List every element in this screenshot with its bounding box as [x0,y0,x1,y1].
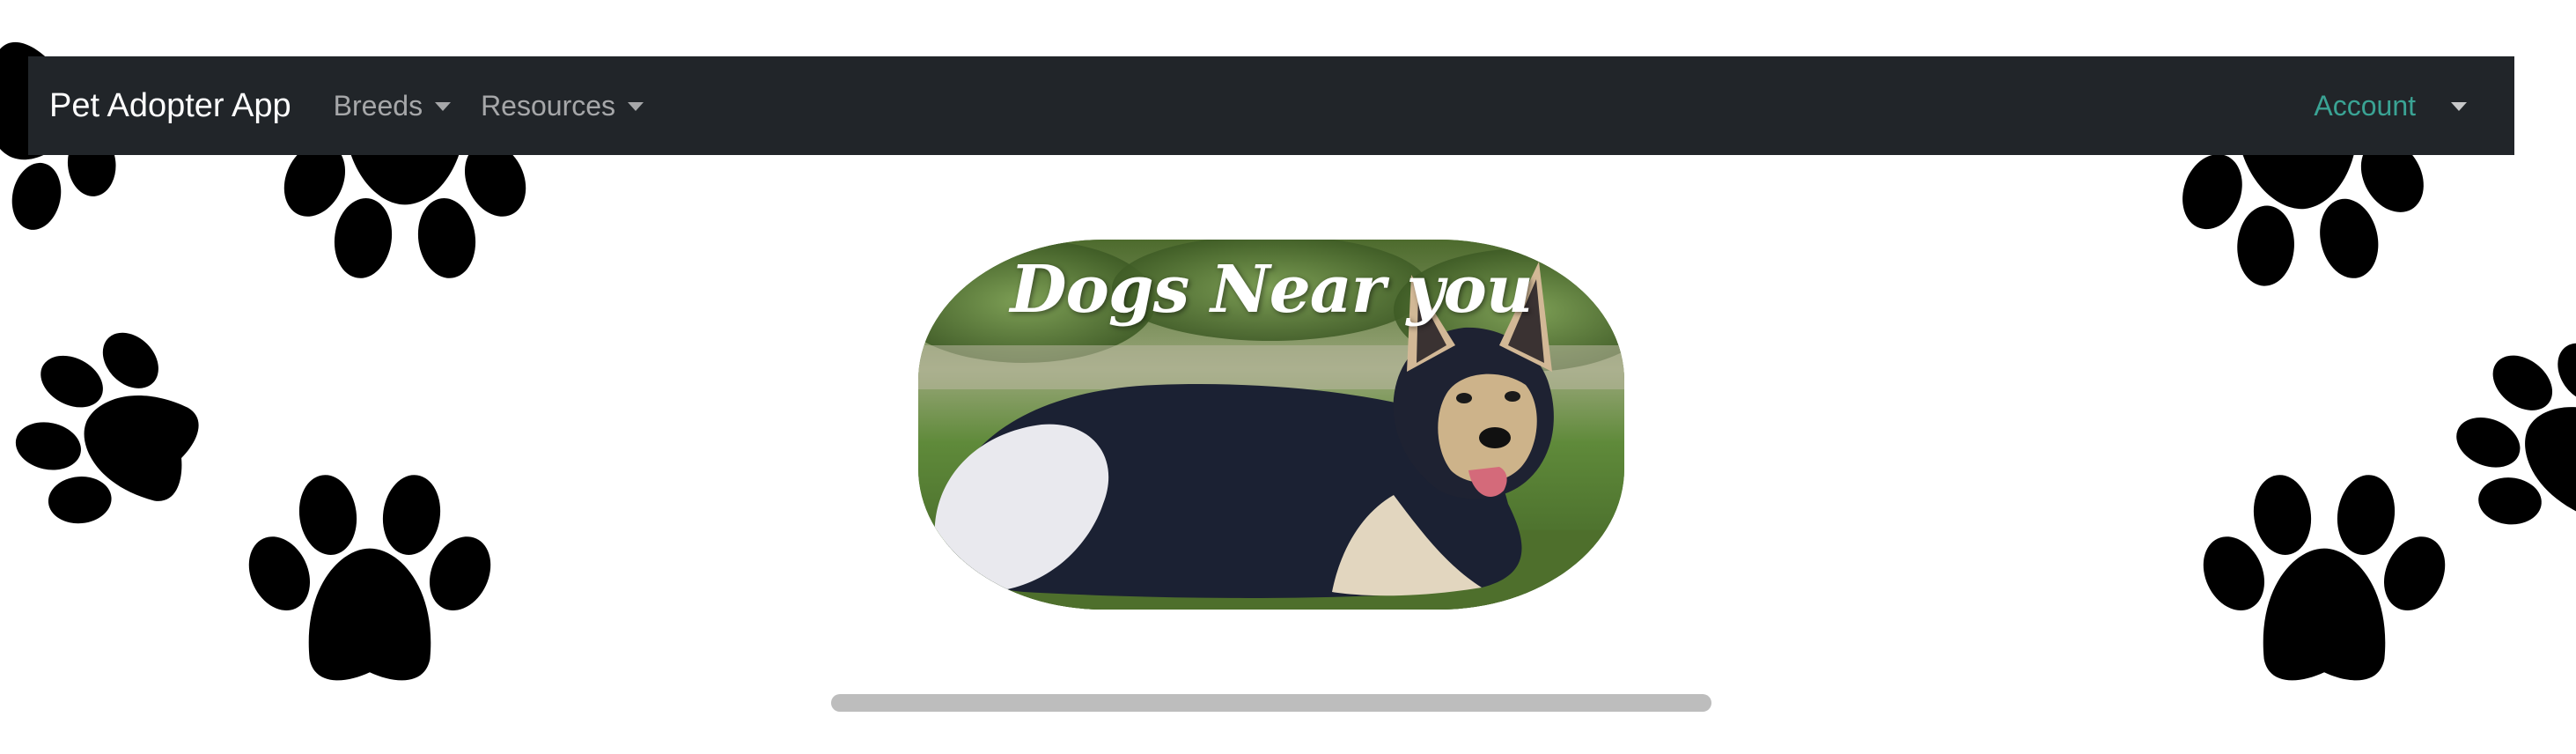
hero-banner: Dogs Near you [918,240,1624,610]
paw-print-icon [237,470,503,681]
caret-down-icon [435,102,452,111]
paw-print-icon [0,299,225,563]
caret-down-icon [628,102,644,111]
resources-dropdown[interactable]: Resources [481,90,644,122]
top-navbar: Pet Adopter App Breeds Resources Account [28,56,2514,155]
caret-down-icon [2451,102,2467,111]
account-dropdown[interactable]: Account [2314,90,2467,122]
paw-print-icon [2191,470,2457,681]
account-label: Account [2314,89,2416,122]
resources-label: Resources [481,89,616,122]
horizontal-scrollbar[interactable] [831,694,1711,712]
paw-print-icon [2419,300,2576,575]
brand-link[interactable]: Pet Adopter App [49,87,291,125]
breeds-label: Breeds [333,89,423,122]
hero-title: Dogs Near you [1010,252,1533,328]
breeds-dropdown[interactable]: Breeds [333,89,452,122]
